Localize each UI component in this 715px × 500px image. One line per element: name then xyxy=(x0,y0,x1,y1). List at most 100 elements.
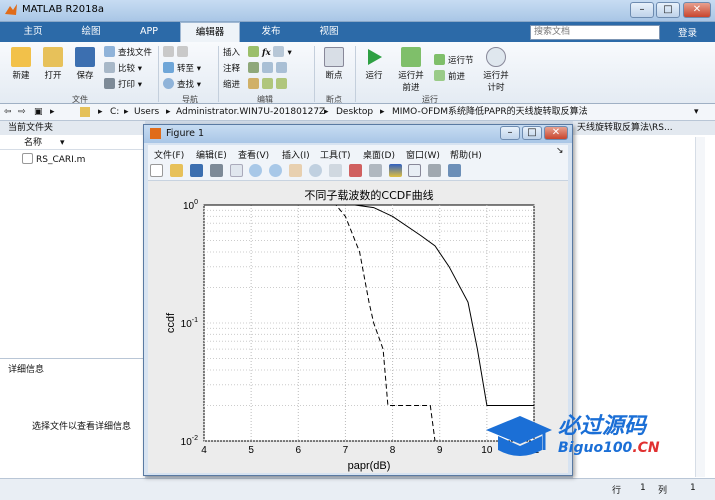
indent-icons[interactable] xyxy=(248,78,290,90)
path-segment[interactable]: MIMO-OFDM系统降低PAPR的天线旋转取反算法 xyxy=(392,104,588,121)
row-label: 行 xyxy=(612,486,622,496)
back-icon[interactable]: ⇦ xyxy=(4,104,12,121)
figure-close-button[interactable]: ✕ xyxy=(544,126,568,140)
save-icon[interactable] xyxy=(189,164,203,177)
x-tick-label: 9 xyxy=(437,445,443,456)
tab-publish[interactable]: 发布 xyxy=(246,22,296,42)
advance-button[interactable]: 前进 xyxy=(434,70,465,82)
maximize-button[interactable]: □ xyxy=(656,2,680,18)
nav-bookmark-button[interactable] xyxy=(163,46,191,58)
show-tools-icon[interactable] xyxy=(448,164,462,177)
menu-file[interactable]: 文件(F) xyxy=(154,148,184,161)
colorbar-icon[interactable] xyxy=(388,164,402,177)
tab-apps[interactable]: APP xyxy=(124,22,174,42)
path-segment[interactable]: Users xyxy=(134,104,159,121)
search-input[interactable]: 搜索文档 xyxy=(530,25,660,40)
insert-button[interactable]: 插入 xyxy=(223,46,240,58)
figure-maximize-button[interactable]: □ xyxy=(522,126,542,140)
close-button[interactable]: ✕ xyxy=(683,2,711,18)
login-link[interactable]: 登录 xyxy=(678,25,697,39)
figure-minimize-button[interactable]: – xyxy=(500,126,520,140)
tab-editor[interactable]: 编辑器 xyxy=(180,22,240,42)
details-hint: 选择文件以查看详细信息 xyxy=(32,422,132,432)
graduation-cap-logo xyxy=(486,416,552,456)
new-file-icon xyxy=(11,47,31,67)
column-header[interactable]: 名称 ▾ xyxy=(0,136,145,150)
find-files-button[interactable]: 查找文件 xyxy=(104,46,152,58)
path-segment[interactable]: Administrator.WIN7U-20180127Z xyxy=(176,104,325,121)
pan-icon[interactable] xyxy=(289,164,303,177)
legend-icon[interactable] xyxy=(408,164,422,177)
details-panel: 详细信息 选择文件以查看详细信息 xyxy=(0,358,145,478)
panel-title: 当前文件夹 xyxy=(0,121,145,135)
forward-icon[interactable]: ⇨ xyxy=(18,104,26,121)
indent-label: 缩进 xyxy=(223,80,241,90)
find-files-label: 查找文件 xyxy=(118,48,153,58)
path-sep-icon: ▸ xyxy=(324,107,329,117)
insert-icons[interactable]: fx ▾ xyxy=(248,46,292,58)
path-segment[interactable]: Desktop xyxy=(336,104,373,121)
find-button[interactable]: 查找 ▾ xyxy=(163,78,201,90)
up-folder-icon[interactable]: ▣ xyxy=(34,104,43,121)
run-advance-button[interactable]: 运行并前进 xyxy=(393,47,429,93)
minimize-button[interactable]: – xyxy=(630,2,654,18)
run-section-icon xyxy=(434,54,445,65)
zoom-in-icon[interactable] xyxy=(249,164,263,177)
menu-insert[interactable]: 插入(I) xyxy=(282,148,310,161)
menu-window[interactable]: 窗口(W) xyxy=(406,148,440,161)
x-tick-label: 8 xyxy=(390,445,396,456)
goto-button[interactable]: 转至 ▾ xyxy=(163,62,201,74)
insert-section-icon xyxy=(248,46,259,57)
folder-icon xyxy=(43,47,63,67)
figure-title-bar: Figure 1 – □ ✕ xyxy=(144,125,572,143)
print-button[interactable]: 打印 ▾ xyxy=(104,78,142,90)
brush-icon[interactable] xyxy=(348,164,362,177)
status-bar: 行 1 列 1 xyxy=(0,478,715,500)
path-segment[interactable]: C: xyxy=(110,104,119,121)
breakpoint-button[interactable]: 断点 xyxy=(318,47,350,81)
comment-button[interactable]: 注释 xyxy=(223,62,240,74)
comment-icons[interactable] xyxy=(248,62,290,74)
figure-logo-icon xyxy=(150,128,161,139)
tab-home[interactable]: 主页 xyxy=(8,22,58,42)
save-button[interactable]: 保存 xyxy=(70,47,100,81)
save-icon xyxy=(75,47,95,67)
menu-tools[interactable]: 工具(T) xyxy=(320,148,351,161)
breakpoint-icon xyxy=(324,47,344,67)
tab-view[interactable]: 视图 xyxy=(304,22,354,42)
title-bar: MATLAB R2018a xyxy=(0,0,715,22)
bookmark-next-icon xyxy=(177,46,188,57)
data-cursor-icon[interactable] xyxy=(328,164,342,177)
run-button[interactable]: 运行 xyxy=(360,47,388,81)
m-file-icon xyxy=(22,153,33,164)
link-icon[interactable] xyxy=(368,164,382,177)
rotate-icon[interactable] xyxy=(309,164,322,177)
run-section-button[interactable]: 运行节 xyxy=(434,54,474,66)
menu-desktop[interactable]: 桌面(D) xyxy=(363,148,395,161)
address-dropdown-icon[interactable]: ▾ xyxy=(694,104,699,121)
tab-plots[interactable]: 绘图 xyxy=(66,22,116,42)
insert-more-icon xyxy=(273,46,285,57)
indent-button[interactable]: 缩进 xyxy=(223,78,240,90)
menu-edit[interactable]: 编辑(E) xyxy=(196,148,227,161)
menu-dock-icon[interactable]: ↘ xyxy=(556,146,564,156)
zoom-out-icon[interactable] xyxy=(269,164,283,177)
menu-view[interactable]: 查看(V) xyxy=(238,148,269,161)
open-button[interactable]: 打开 xyxy=(38,47,68,81)
pointer-icon[interactable] xyxy=(229,164,243,177)
compare-button[interactable]: 比较 ▾ xyxy=(104,62,142,74)
print-icon[interactable] xyxy=(209,164,223,177)
browse-icon[interactable]: ▸ xyxy=(50,104,55,121)
open-icon[interactable] xyxy=(169,164,183,177)
search-icon xyxy=(163,78,174,89)
hide-tools-icon[interactable] xyxy=(428,164,442,177)
new-button[interactable]: 新建 xyxy=(6,47,36,81)
y-tick-label: 100 xyxy=(183,199,198,212)
list-item[interactable]: RS_CARI.m xyxy=(22,153,85,166)
menu-help[interactable]: 帮助(H) xyxy=(450,148,482,161)
matlab-logo-icon xyxy=(5,4,17,15)
new-figure-icon[interactable] xyxy=(150,164,163,177)
watermark-domain-prefix: Biguo100 xyxy=(558,440,633,456)
goto-icon xyxy=(163,62,174,73)
run-time-button[interactable]: 运行并计时 xyxy=(478,47,514,93)
